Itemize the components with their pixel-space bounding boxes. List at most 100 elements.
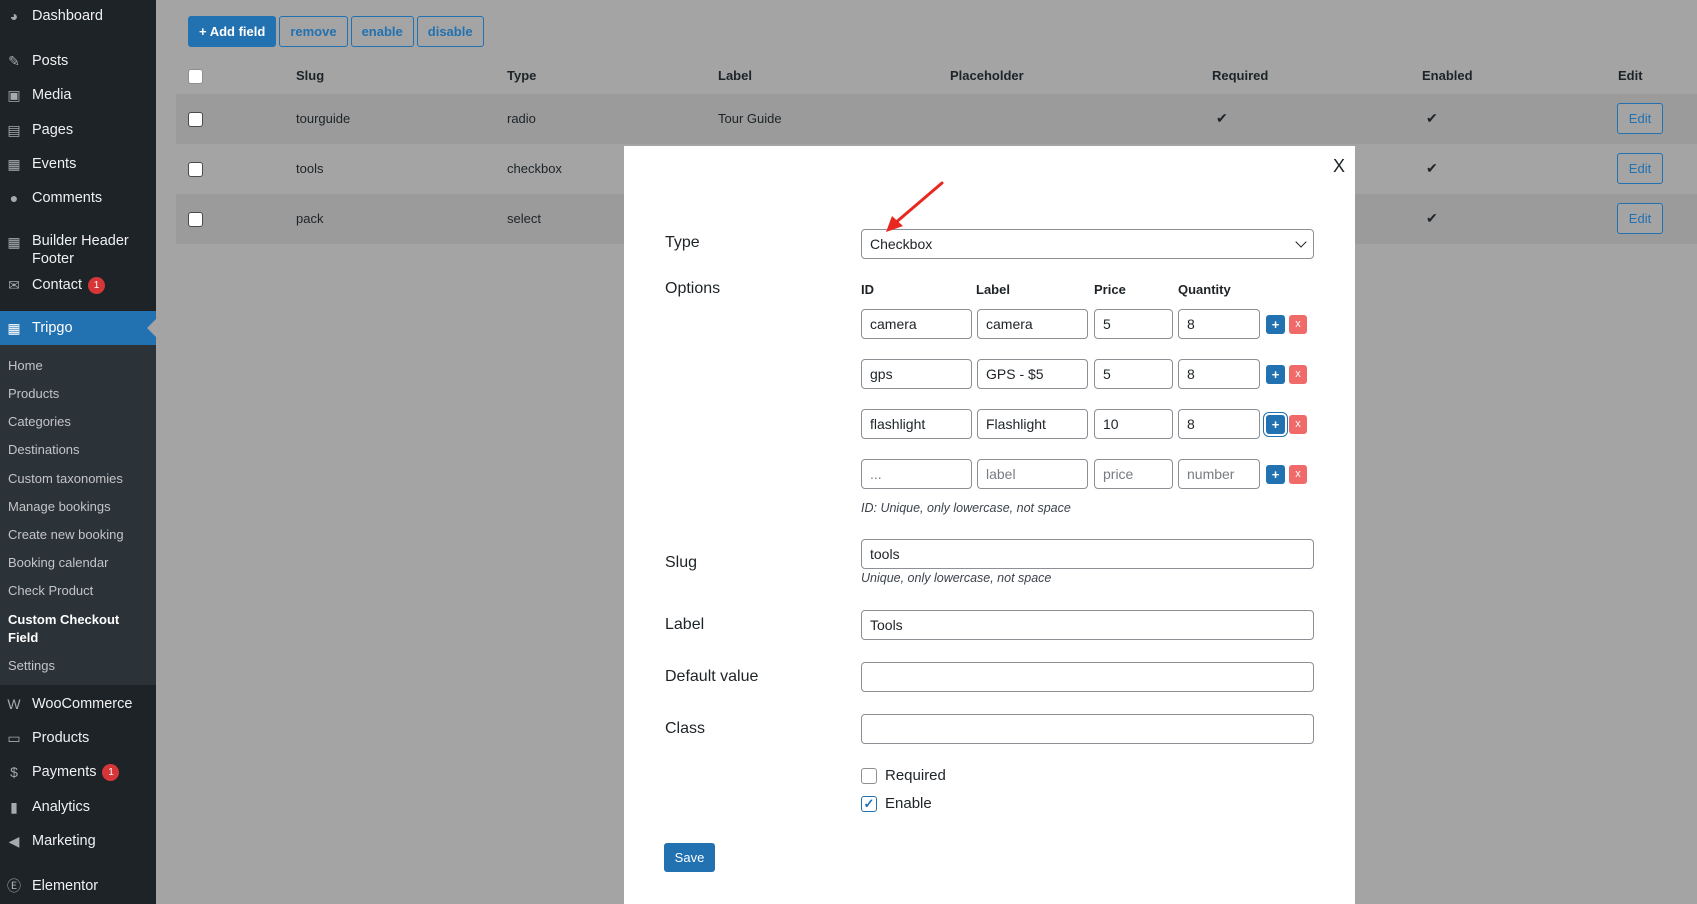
add-option-button[interactable]: + [1266, 415, 1285, 434]
option-label-input[interactable]: camera [977, 309, 1088, 339]
dollar-icon: $ [10, 764, 18, 780]
option-id-input[interactable]: gps [861, 359, 972, 389]
sidebar-item-tripgo[interactable]: ▦ Tripgo [0, 311, 156, 345]
edit-button[interactable]: Edit [1617, 153, 1663, 184]
edit-field-modal: X Type Checkbox Options ID Label Price Q… [624, 146, 1355, 904]
field-toolbar: + Add field remove enable disable [188, 16, 484, 47]
slug-input[interactable]: tools [861, 539, 1314, 569]
grid-icon: ▦ [7, 234, 21, 250]
submenu-destinations[interactable]: Destinations [8, 441, 148, 459]
pages-icon: ▤ [7, 122, 21, 138]
new-option-price-input[interactable]: price [1094, 459, 1173, 489]
admin-sidebar: ◕ Dashboard ✎ Posts ▣ Media ▤ Pages ▦ Events … [0, 0, 156, 904]
disable-button[interactable]: disable [416, 16, 484, 47]
slug-hint: Unique, only lowercase, not space [861, 571, 1052, 585]
column-header-slug: Slug [296, 68, 325, 83]
sidebar-item-builder-header-footer[interactable]: ▦ Builder Header Footer [0, 232, 156, 268]
submenu-check-product[interactable]: Check Product [8, 582, 148, 600]
default-value-input[interactable] [861, 662, 1314, 692]
archive-icon: ▭ [7, 730, 21, 746]
submenu-manage-bookings[interactable]: Manage bookings [8, 498, 148, 516]
close-button[interactable]: X [1333, 156, 1345, 177]
cell-type: checkbox [507, 161, 562, 176]
mail-icon: ✉ [8, 277, 20, 293]
remove-option-button[interactable]: x [1289, 415, 1307, 434]
class-label: Class [665, 720, 706, 737]
label-input[interactable]: Tools [861, 610, 1314, 640]
required-checkbox[interactable] [861, 768, 877, 784]
option-quantity-input[interactable]: 8 [1178, 359, 1260, 389]
remove-button[interactable]: remove [279, 16, 348, 47]
cell-slug: tools [296, 161, 324, 176]
option-header-price: Price [1094, 282, 1126, 297]
submenu-home[interactable]: Home [8, 357, 148, 375]
option-header-id: ID [861, 282, 874, 297]
add-option-button[interactable]: + [1266, 465, 1285, 484]
enabled-check-icon: ✔ [1426, 210, 1438, 226]
check-icon: ✓ [863, 796, 875, 811]
row-checkbox[interactable] [188, 212, 203, 227]
option-label-input[interactable]: GPS - $5 [977, 359, 1088, 389]
column-header-label: Label [718, 68, 752, 83]
elementor-icon: Ⓔ [7, 878, 21, 894]
row-checkbox[interactable] [188, 112, 203, 127]
column-header-placeholder: Placeholder [950, 68, 1024, 83]
contact-label: Contact [32, 277, 82, 293]
option-header-quantity: Quantity [1178, 282, 1231, 297]
cell-slug: pack [296, 211, 324, 226]
submenu-settings[interactable]: Settings [8, 657, 148, 675]
edit-button[interactable]: Edit [1617, 103, 1663, 134]
option-quantity-input[interactable]: 8 [1178, 309, 1260, 339]
option-price-input[interactable]: 5 [1094, 309, 1173, 339]
bar-chart-icon: ▮ [10, 799, 18, 815]
table-row [176, 94, 1697, 144]
pin-icon: ✎ [8, 53, 20, 69]
submenu-booking-calendar[interactable]: Booking calendar [8, 554, 148, 572]
id-hint: ID: Unique, only lowercase, not space [861, 501, 1071, 515]
annotation-arrow-icon [886, 181, 944, 232]
megaphone-icon: ◀ [8, 833, 20, 849]
add-option-button[interactable]: + [1266, 315, 1285, 334]
option-quantity-input[interactable]: 8 [1178, 409, 1260, 439]
add-field-button[interactable]: + Add field [188, 16, 277, 47]
slug-label: Slug [665, 554, 698, 571]
option-label-input[interactable]: Flashlight [977, 409, 1088, 439]
submenu-create-new-booking[interactable]: Create new booking [8, 526, 148, 544]
class-input[interactable] [861, 714, 1314, 744]
row-checkbox[interactable] [188, 162, 203, 177]
label-label: Label [665, 616, 705, 633]
column-header-type: Type [507, 68, 537, 83]
save-button[interactable]: Save [664, 843, 715, 872]
default-value-label: Default value [665, 668, 759, 685]
option-id-input[interactable]: camera [861, 309, 972, 339]
remove-option-button[interactable]: x [1289, 365, 1307, 384]
submenu-custom-taxonomies[interactable]: Custom taxonomies [8, 470, 148, 488]
submenu-custom-checkout-field[interactable]: Custom Checkout Field [8, 611, 128, 647]
cell-slug: tourguide [296, 111, 351, 126]
type-select-value: Checkbox [870, 236, 933, 252]
submenu-categories[interactable]: Categories [8, 413, 148, 431]
contact-badge: 1 [87, 276, 105, 294]
edit-button[interactable]: Edit [1617, 203, 1663, 234]
column-header-enabled: Enabled [1422, 68, 1473, 83]
type-label: Type [665, 234, 700, 251]
remove-option-button[interactable]: x [1289, 315, 1307, 334]
new-option-label-input[interactable]: label [977, 459, 1088, 489]
option-price-input[interactable]: 5 [1094, 359, 1173, 389]
remove-option-button[interactable]: x [1289, 465, 1307, 484]
new-option-id-input[interactable]: ... [861, 459, 972, 489]
options-label: Options [665, 280, 721, 297]
enabled-check-icon: ✔ [1426, 160, 1438, 176]
payments-badge: 1 [102, 763, 120, 781]
option-id-input[interactable]: flashlight [861, 409, 972, 439]
add-option-button[interactable]: + [1266, 365, 1285, 384]
cell-type: select [507, 211, 541, 226]
submenu-products[interactable]: Products [8, 385, 148, 403]
new-option-quantity-input[interactable]: number [1178, 459, 1260, 489]
enable-checkbox[interactable]: ✓ [861, 796, 877, 812]
enable-button[interactable]: enable [350, 16, 414, 47]
cell-label: Tour Guide [718, 111, 782, 126]
payments-label: Payments [32, 764, 97, 780]
option-price-input[interactable]: 10 [1094, 409, 1173, 439]
select-all-checkbox[interactable] [188, 69, 203, 84]
